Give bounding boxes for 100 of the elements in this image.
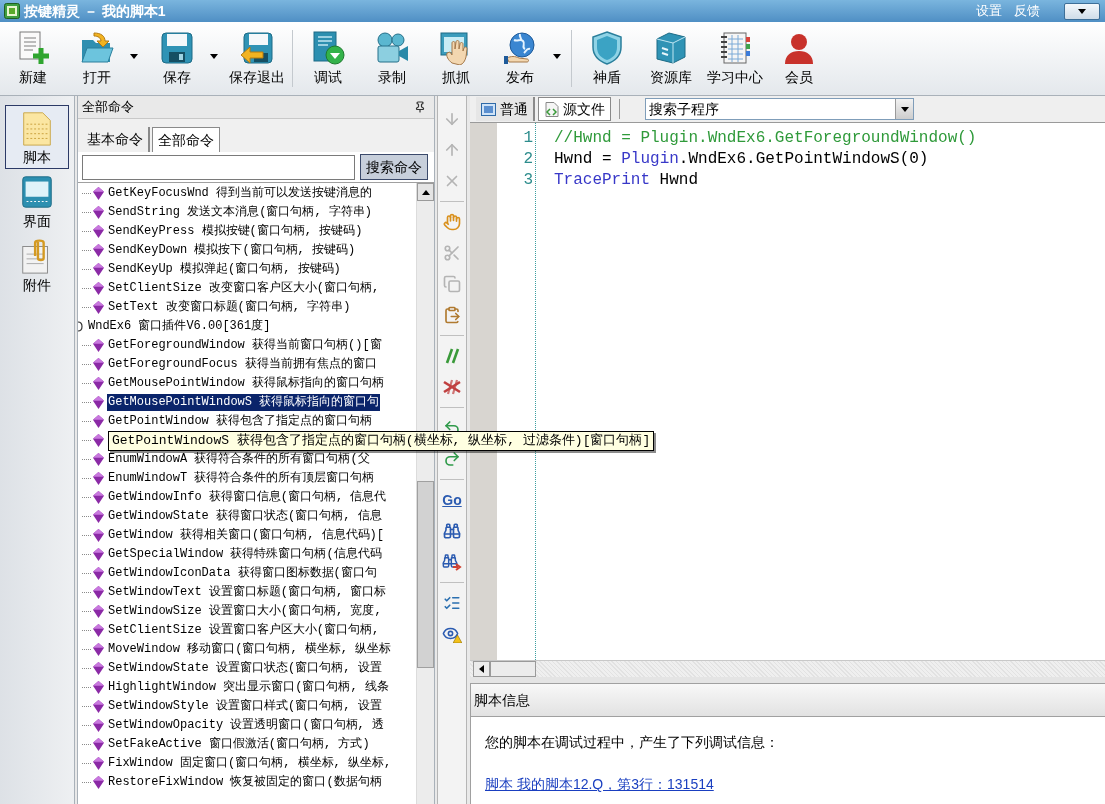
command-item[interactable]: SendKeyDown 模拟按下(窗口句柄, 按键码) (107, 242, 357, 259)
diamond-icon (93, 396, 104, 409)
notepad-icon (20, 109, 54, 147)
diamond-icon (93, 282, 104, 295)
toolbar-button[interactable]: 保存 (148, 22, 206, 95)
command-item[interactable]: SendKeyPress 模拟按键(窗口句柄, 按键码) (107, 223, 364, 240)
command-item[interactable]: GetForegroundFocus 获得当前拥有焦点的窗口 (107, 356, 378, 373)
toolbar-button[interactable]: 调试 (299, 22, 357, 95)
caret-down-icon (553, 54, 561, 59)
toolbar-button[interactable]: 会员 (770, 22, 828, 95)
tooltip: GetPointWindowS 获得包含了指定点的窗口句柄(横坐标, 纵坐标, 过滤条件)[窗口句柄] (108, 431, 655, 451)
command-item[interactable]: SetWindowOpacity 设置透明窗口(窗口句柄, 透 (107, 717, 386, 734)
command-item[interactable]: EnumWindowT 获得符合条件的所有顶层窗口句柄 (107, 470, 376, 487)
code-line: Hwnd = Plugin.WndEx6.GetPointWindowS(0) (554, 148, 929, 169)
toolbar-button[interactable]: 新建 (4, 22, 62, 95)
command-item[interactable]: GetWindow 获得相关窗口(窗口句柄, 信息代码)[ (107, 527, 386, 544)
diamond-icon (93, 529, 104, 542)
command-item[interactable]: GetMousePointWindow 获得鼠标指向的窗口句柄 (107, 375, 386, 392)
code-file-icon (544, 101, 559, 117)
toolbar-button[interactable]: 发布 (491, 22, 549, 95)
diamond-icon (93, 567, 104, 580)
toolbar-button[interactable]: 资源库 (642, 22, 700, 95)
search-field[interactable] (82, 154, 355, 180)
caret-down-icon (130, 54, 138, 59)
diamond-icon (93, 643, 104, 656)
command-item[interactable]: SetClientSize 设置窗口客户区大小(窗口句柄, (107, 622, 381, 639)
diamond-icon (93, 225, 104, 238)
command-item[interactable]: GetForegroundWindow 获得当前窗口句柄()[窗 (107, 337, 383, 354)
command-item[interactable]: GetWindowState 获得窗口状态(窗口句柄, 信息 (107, 508, 383, 525)
toolbar-button[interactable]: 抓抓 (427, 22, 485, 95)
toolbar-button[interactable]: Go (439, 484, 465, 515)
command-item[interactable]: RestoreFixWindow 恢复被固定的窗口(数据句柄 (107, 774, 383, 791)
dropdown-arrow-button[interactable] (895, 99, 913, 119)
binoculars-arrow-icon (442, 552, 462, 571)
command-item[interactable]: SetWindowState 设置窗口状态(窗口句柄, 设置 (107, 660, 383, 677)
code-line: TracePrint Hwnd (554, 169, 699, 190)
document-arrow-icon (311, 31, 345, 65)
diamond-icon (93, 358, 104, 371)
command-item[interactable]: SetWindowStyle 设置窗口样式(窗口句柄, 设置 (107, 698, 383, 715)
editor-tab[interactable]: 源文件 (538, 97, 611, 121)
pin-icon[interactable] (414, 101, 426, 113)
sidebar-item[interactable]: 脚本 (5, 105, 69, 169)
diamond-icon (93, 624, 104, 637)
panel-tab[interactable]: 全部命令 (152, 127, 220, 152)
command-item[interactable]: HighlightWindow 突出显示窗口(窗口句柄, 线条 (107, 679, 390, 696)
window-title: 按键精灵 － 我的脚本1 (24, 1, 166, 21)
toolbar-button[interactable]: 录制 (363, 22, 421, 95)
command-item[interactable]: FixWindow 固定窗口(窗口句柄, 横坐标, 纵坐标, (107, 755, 393, 772)
diamond-icon (93, 605, 104, 618)
debug-log-link[interactable]: 脚本 我的脚本12.Q，第3行：131514 (485, 776, 714, 792)
globe-hand-icon (503, 31, 537, 65)
horizontal-scrollbar[interactable] (470, 660, 1105, 677)
double-slash-icon (444, 347, 460, 364)
video-camera-icon (375, 31, 409, 65)
sidebar-item[interactable]: 附件 (5, 233, 69, 297)
command-item[interactable]: SendString 发送文本消息(窗口句柄, 字符串) (107, 204, 374, 221)
editor-tab[interactable]: 普通 (476, 97, 535, 121)
tree-group-label[interactable]: WndEx6 窗口插件V6.00[361度] (88, 318, 271, 335)
diamond-icon (93, 377, 104, 390)
command-item[interactable]: GetWindowIconData 获得窗口图标数据(窗口句 (107, 565, 378, 582)
command-item[interactable]: EnumWindowA 获得符合条件的所有窗口句柄(父 (107, 451, 371, 468)
command-item[interactable]: GetKeyFocusWnd 得到当前可以发送按键消息的 (107, 185, 374, 202)
command-item[interactable]: GetSpecialWindow 获得特殊窗口句柄(信息代码 (107, 546, 383, 563)
diamond-icon (93, 776, 104, 789)
menu-dropdown-button[interactable] (1064, 2, 1100, 20)
command-item[interactable]: GetPointWindow 获得包含了指定点的窗口句柄 (107, 413, 374, 430)
search-button[interactable]: 搜索命令 (360, 154, 428, 180)
shield-icon (590, 31, 624, 65)
toolbar-button[interactable]: 保存退出 (228, 22, 286, 95)
toolbar-button[interactable]: 神盾 (578, 22, 636, 95)
diamond-icon (93, 586, 104, 599)
clipboard-icon (443, 305, 461, 324)
diamond-icon (93, 453, 104, 466)
toolbar-button[interactable]: 打开 (68, 22, 126, 95)
notebook-icon (718, 31, 752, 65)
panel-title: 全部命令 (82, 98, 134, 117)
sidebar-item[interactable]: 界面 (5, 169, 69, 233)
code-line: //Hwnd = Plugin.WndEx6.GetForegroundWindow() (554, 127, 977, 148)
scroll-up-button[interactable] (417, 183, 434, 201)
command-item[interactable]: SetClientSize 改变窗口客户区大小(窗口句柄, (107, 280, 381, 297)
command-item[interactable]: SendKeyUp 模拟弹起(窗口句柄, 按键码) (107, 261, 342, 278)
caret-left-icon (479, 665, 484, 673)
diamond-icon (93, 206, 104, 219)
caret-down-icon (900, 106, 909, 112)
command-item[interactable]: GetWindowInfo 获得窗口信息(窗口句柄, 信息代 (107, 489, 388, 506)
info-panel-title: 脚本信息 (474, 690, 530, 710)
open-folder-icon (80, 31, 114, 65)
command-item[interactable]: SetText 改变窗口标题(窗口句柄, 字符串) (107, 299, 352, 316)
scrollbar-thumb[interactable] (417, 481, 434, 668)
toolbar-button[interactable]: 学习中心 (706, 22, 764, 95)
subroutine-dropdown[interactable]: 搜索子程序 (645, 98, 914, 120)
command-item[interactable]: MoveWindow 移动窗口(窗口句柄, 横坐标, 纵坐标 (107, 641, 393, 658)
command-item[interactable]: GetMousePointWindowS 获得鼠标指向的窗口句 (107, 394, 381, 411)
command-item[interactable]: SetWindowSize 设置窗口大小(窗口句柄, 宽度, (107, 603, 383, 620)
scroll-left-button[interactable] (473, 661, 490, 677)
command-item[interactable]: SetWindowText 设置窗口标题(窗口句柄, 窗口标 (107, 584, 388, 601)
scrollbar-thumb[interactable] (490, 661, 536, 677)
command-item[interactable]: SetFakeActive 窗口假激活(窗口句柄, 方式) (107, 736, 371, 753)
tree-node-icon[interactable] (78, 321, 83, 332)
line-number: 3 (523, 169, 533, 190)
